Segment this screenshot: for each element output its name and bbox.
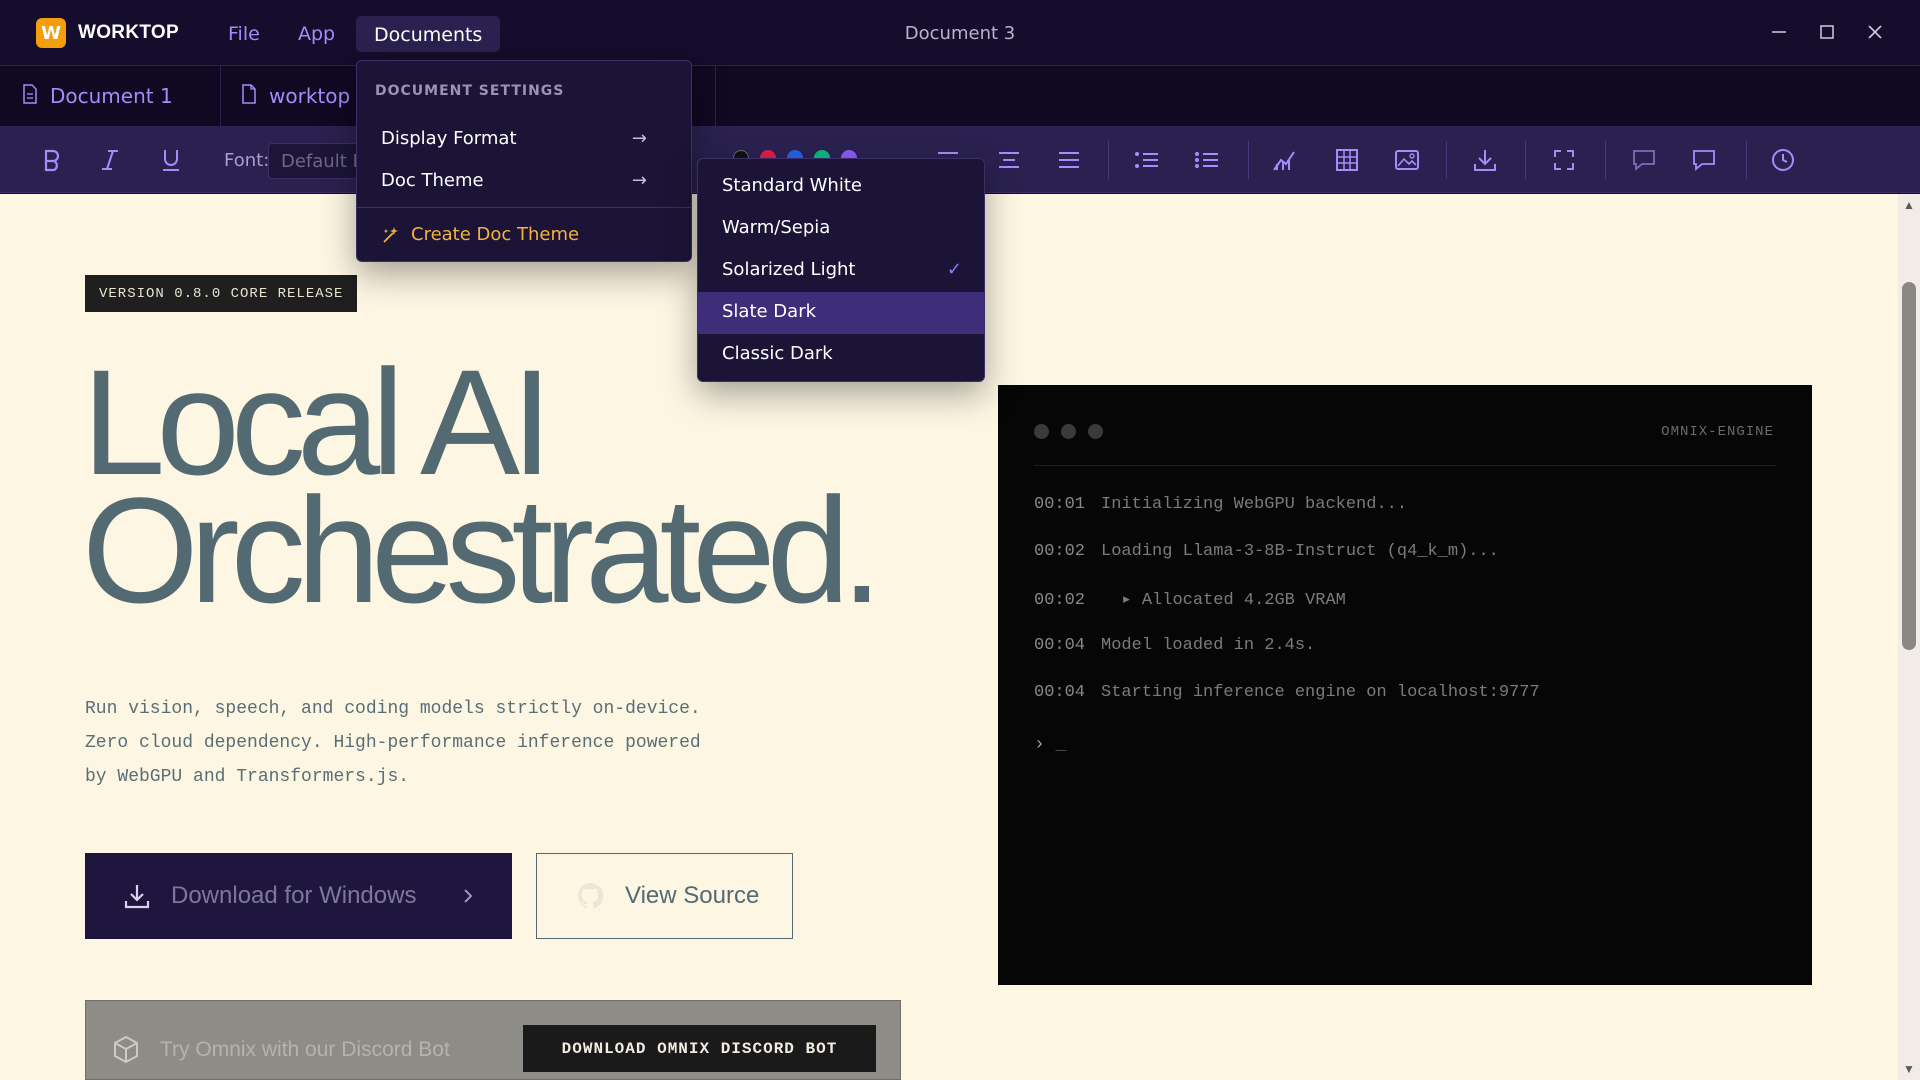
theme-option-classic-dark[interactable]: Classic Dark — [698, 334, 984, 376]
fullscreen-icon[interactable] — [1546, 144, 1582, 176]
scroll-down-icon[interactable]: ▼ — [1900, 1062, 1918, 1076]
github-icon — [575, 881, 605, 911]
view-source-label: View Source — [625, 882, 760, 909]
table-icon[interactable] — [1329, 144, 1365, 176]
title-bar: W WORKTOP File App Documents Document 3 — [0, 0, 1920, 66]
numbered-list-icon[interactable] — [1189, 144, 1225, 176]
description-line: Run vision, speech, and coding models st… — [85, 699, 701, 719]
cube-icon — [112, 1035, 140, 1065]
arrow-right-icon: → — [631, 170, 647, 191]
download-windows-button[interactable]: Download for Windows — [85, 853, 512, 939]
chart-icon[interactable] — [1267, 144, 1303, 176]
theme-option-standard-white[interactable]: Standard White — [698, 166, 984, 208]
arrow-right-icon: → — [631, 128, 647, 149]
underline-icon[interactable] — [153, 144, 189, 176]
close-icon[interactable] — [1855, 14, 1895, 50]
align-center-icon[interactable] — [991, 144, 1027, 176]
log-line: 00:04 Model loaded in 2.4s. — [1034, 636, 1316, 655]
minimize-icon[interactable] — [1759, 14, 1799, 50]
comment-icon[interactable] — [1626, 144, 1662, 176]
font-label: Font: — [224, 150, 270, 171]
download-icon — [123, 882, 151, 910]
maximize-icon[interactable] — [1807, 14, 1847, 50]
log-line: 00:01 Initializing WebGPU backend... — [1034, 495, 1408, 514]
theme-option-solarized-light[interactable]: Solarized Light ✓ — [698, 250, 984, 292]
tab-document-1[interactable]: Document 1 — [0, 66, 221, 126]
theme-option-slate-dark[interactable]: Slate Dark — [698, 292, 984, 334]
download-discord-bot-button[interactable]: DOWNLOAD OMNIX DISCORD BOT — [523, 1025, 876, 1072]
window-dot — [1088, 424, 1103, 439]
app-window: W WORKTOP File App Documents Document 3 … — [0, 0, 1920, 1080]
comments-icon[interactable] — [1686, 144, 1722, 176]
document-icon — [22, 83, 38, 109]
italic-icon[interactable] — [92, 144, 128, 176]
toolbar-divider — [1525, 141, 1526, 179]
wand-icon — [381, 226, 399, 244]
align-justify-icon[interactable] — [1051, 144, 1087, 176]
toolbar-divider — [1446, 141, 1447, 179]
log-line: 00:02 ▸ Allocated 4.2GB VRAM — [1034, 591, 1346, 610]
hero-line-2: Orchestrated. — [82, 466, 883, 634]
version-badge: VERSION 0.8.0 CORE RELEASE — [85, 275, 358, 312]
tab-label: worktop — [269, 84, 351, 108]
chevron-right-icon — [462, 887, 474, 905]
discord-banner: Try Omnix with our Discord Bot DOWNLOAD … — [85, 1000, 901, 1080]
description-line: Zero cloud dependency. High-performance … — [85, 733, 701, 753]
menu-item-display-format[interactable]: Display Format → — [381, 128, 669, 149]
document-icon — [241, 83, 257, 109]
hero-description: Run vision, speech, and coding models st… — [85, 692, 701, 794]
scroll-up-icon[interactable]: ▲ — [1900, 198, 1918, 212]
window-title: Document 3 — [904, 23, 1016, 44]
discord-text: Try Omnix with our Discord Bot — [160, 1038, 450, 1061]
menu-item-doc-theme[interactable]: Doc Theme → — [381, 170, 669, 191]
terminal-prompt[interactable]: › _ — [1034, 735, 1066, 755]
prompt-symbol: › — [1034, 735, 1045, 755]
toolbar-divider — [1108, 141, 1109, 179]
documents-menu: DOCUMENT SETTINGS Display Format → Doc T… — [356, 60, 692, 262]
menu-section-header: DOCUMENT SETTINGS — [375, 83, 565, 99]
toolbar-divider — [1605, 141, 1606, 179]
doc-theme-submenu: Standard White Warm/Sepia Solarized Ligh… — [697, 158, 985, 382]
bullet-list-icon[interactable] — [1129, 144, 1165, 176]
tab-bar: Document 1 worktop — [0, 66, 1920, 127]
log-line: 00:02 Loading Llama-3-8B-Instruct (q4_k_m… — [1034, 542, 1499, 561]
terminal-divider — [1034, 465, 1776, 466]
tab-label: Document 1 — [50, 84, 173, 108]
image-icon[interactable] — [1389, 144, 1425, 176]
hero-heading: Local AI Orchestrated. — [82, 347, 883, 634]
cursor: _ — [1055, 735, 1067, 755]
window-dot — [1061, 424, 1076, 439]
download-icon[interactable] — [1467, 144, 1503, 176]
terminal-title: OMNIX-ENGINE — [1661, 424, 1774, 440]
terminal-panel: OMNIX-ENGINE 00:01 Initializing WebGPU ba… — [998, 385, 1812, 985]
log-line: 00:04 Starting inference engine on localh… — [1034, 683, 1540, 702]
menu-item-label: Create Doc Theme — [411, 224, 580, 245]
menu-item-label: Doc Theme — [381, 170, 484, 191]
menu-divider — [357, 207, 691, 208]
view-source-button[interactable]: View Source — [536, 853, 793, 939]
menu-item-label: Display Format — [381, 128, 517, 149]
description-line: by WebGPU and Transformers.js. — [85, 767, 410, 787]
theme-option-label: Solarized Light — [722, 259, 856, 280]
toolbar-divider — [1248, 141, 1249, 179]
bold-icon[interactable] — [34, 144, 70, 176]
theme-option-warm-sepia[interactable]: Warm/Sepia — [698, 208, 984, 250]
check-icon: ✓ — [946, 259, 962, 280]
download-windows-label: Download for Windows — [171, 882, 417, 909]
history-icon[interactable] — [1765, 144, 1801, 176]
menu-item-create-doc-theme[interactable]: Create Doc Theme — [381, 224, 579, 245]
scrollbar-thumb[interactable] — [1902, 282, 1916, 650]
toolbar-divider — [1746, 141, 1747, 179]
window-dot — [1034, 424, 1049, 439]
